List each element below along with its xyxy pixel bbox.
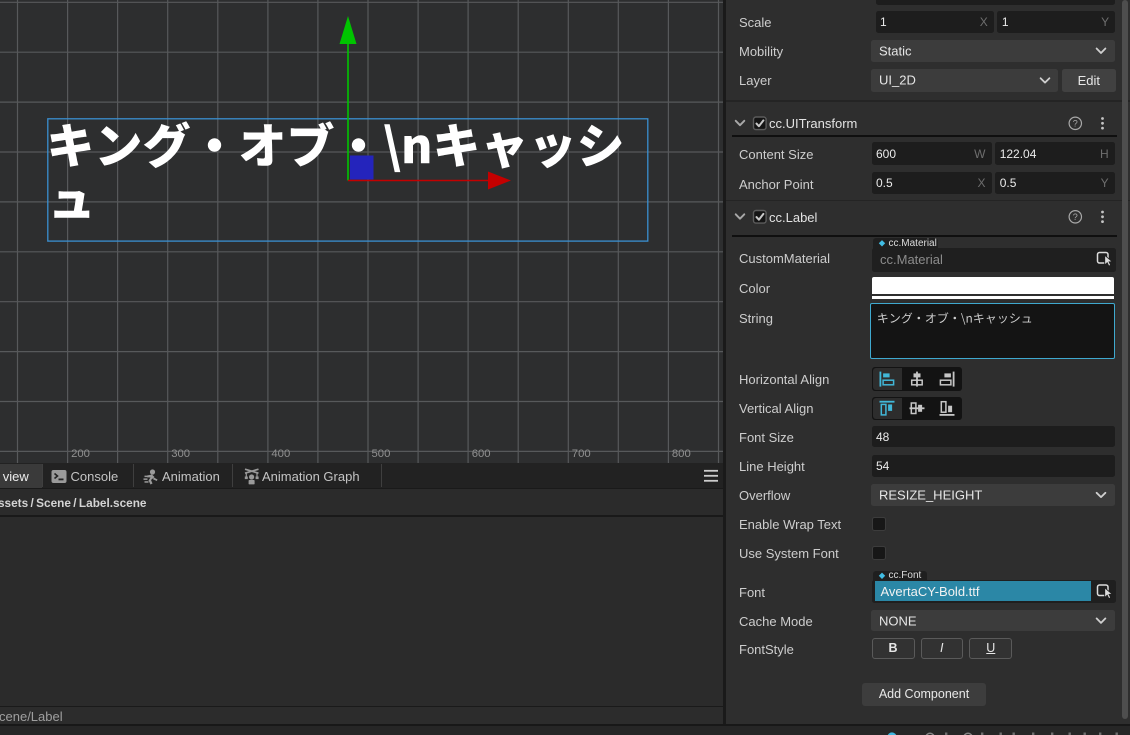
svg-text:?: ? [1073,212,1078,222]
svg-text:?: ? [1073,119,1078,129]
